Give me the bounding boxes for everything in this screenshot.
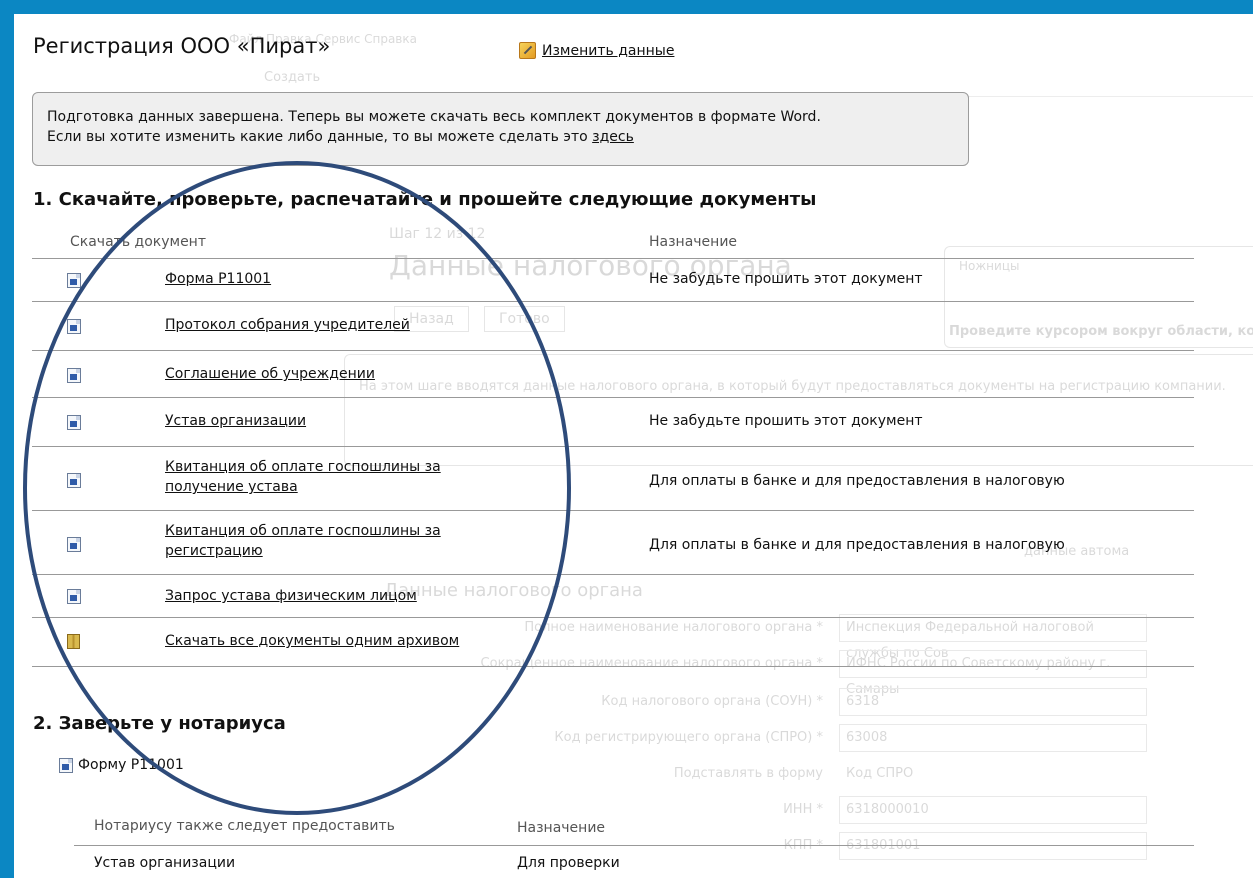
word-doc-icon <box>67 589 81 604</box>
table-row: Запрос устава физическим лицом <box>32 574 1194 617</box>
doc-link-establishment-agreement[interactable]: Соглашение об учреждении <box>165 364 375 384</box>
edit-data-link[interactable]: Изменить данные <box>519 42 674 59</box>
doc-purpose: Не забудьте прошить этот документ <box>649 271 923 287</box>
notary-purpose-header: Назначение <box>517 820 606 836</box>
doc-purpose: Для оплаты в банке и для предоставления … <box>649 537 1065 553</box>
table-row: Квитанция об оплате госпошлины за регист… <box>32 510 1194 574</box>
notary-form-label: Форму Р11001 <box>78 757 184 773</box>
bg-input-kpp: 631801001 <box>839 832 1147 860</box>
section1-title: 1. Скачайте, проверьте, распечатайте и п… <box>33 189 817 210</box>
notary-row-purpose: Для проверки <box>517 855 620 871</box>
table-row: Устав организации Не забудьте прошить эт… <box>32 397 1194 446</box>
documents-table-header: Скачать документ Назначение <box>32 228 1194 258</box>
page: Файл Правка Сервис Справка Создать Шаг 1… <box>14 14 1253 878</box>
table-row: Протокол собрания учредителей <box>32 301 1194 350</box>
bg-label-soun: Код налогового органа (СОУН) * <box>601 694 823 709</box>
doc-purpose: Не забудьте прошить этот документ <box>649 413 923 429</box>
word-doc-icon <box>59 757 73 773</box>
bg-label-form-insert: Подставлять в форму <box>673 766 823 781</box>
word-doc-icon <box>67 273 81 288</box>
word-doc-icon <box>67 319 81 334</box>
pencil-icon <box>519 42 536 59</box>
word-doc-icon <box>67 368 81 383</box>
notice-line-1: Подготовка данных завершена. Теперь вы м… <box>47 109 821 125</box>
table-row: Форма Р11001 Не забудьте прошить этот до… <box>32 258 1194 301</box>
notary-row-doc: Устав организации <box>94 855 236 871</box>
bg-create-button: Создать <box>264 70 321 85</box>
download-all-archive-link[interactable]: Скачать все документы одним архивом <box>165 631 459 651</box>
notice-line-2: Если вы хотите изменить какие либо данны… <box>47 127 968 147</box>
doc-purpose: Для оплаты в банке и для предоставления … <box>649 473 1065 489</box>
documents-table: Скачать документ Назначение Форма Р11001… <box>32 228 1194 667</box>
doc-link-founders-protocol[interactable]: Протокол собрания учредителей <box>165 315 410 335</box>
page-title: Регистрация ООО «Пират» <box>33 34 331 58</box>
notary-form-item[interactable]: Форму Р11001 <box>59 757 184 773</box>
doc-link-charter[interactable]: Устав организации <box>165 411 306 431</box>
notary-provide-header: Нотариусу также следует предоставить <box>94 818 395 834</box>
word-doc-icon <box>67 473 81 488</box>
col-purpose-header: Назначение <box>649 234 738 250</box>
doc-link-fee-receipt-registration[interactable]: Квитанция об оплате госпошлины за регист… <box>165 521 505 561</box>
notice-line-2-text: Если вы хотите изменить какие либо данны… <box>47 129 593 145</box>
table-row: Квитанция об оплате госпошлины за получе… <box>32 446 1194 510</box>
doc-link-fee-receipt-charter[interactable]: Квитанция об оплате госпошлины за получе… <box>165 457 505 497</box>
col-download-header: Скачать документ <box>70 234 206 250</box>
notice-box: Подготовка данных завершена. Теперь вы м… <box>32 92 969 166</box>
bg-select-form-insert: Код СПРО <box>846 766 914 781</box>
archive-icon <box>67 634 80 649</box>
bg-input-spro: 63008 <box>839 724 1147 752</box>
left-blue-strip <box>0 0 14 465</box>
bg-input-soun: 6318 <box>839 688 1147 716</box>
table-row: Скачать все документы одним архивом <box>32 617 1194 667</box>
notary-table-divider <box>74 845 1194 846</box>
word-doc-icon <box>67 537 81 552</box>
table-row: Соглашение об учреждении <box>32 350 1194 397</box>
notice-here-link[interactable]: здесь <box>592 129 634 145</box>
word-doc-icon <box>67 415 81 430</box>
bg-label-spro: Код регистрирующего органа (СПРО) * <box>554 730 823 745</box>
bg-input-inn: 6318000010 <box>839 796 1147 824</box>
edit-data-label: Изменить данные <box>542 42 675 59</box>
bg-label-inn: ИНН * <box>783 802 823 817</box>
doc-link-form-p11001[interactable]: Форма Р11001 <box>165 269 271 289</box>
doc-link-charter-request[interactable]: Запрос устава физическим лицом <box>165 586 417 606</box>
bg-toolbar <box>219 52 1253 97</box>
section2-title: 2. Заверьте у нотариуса <box>33 713 286 734</box>
